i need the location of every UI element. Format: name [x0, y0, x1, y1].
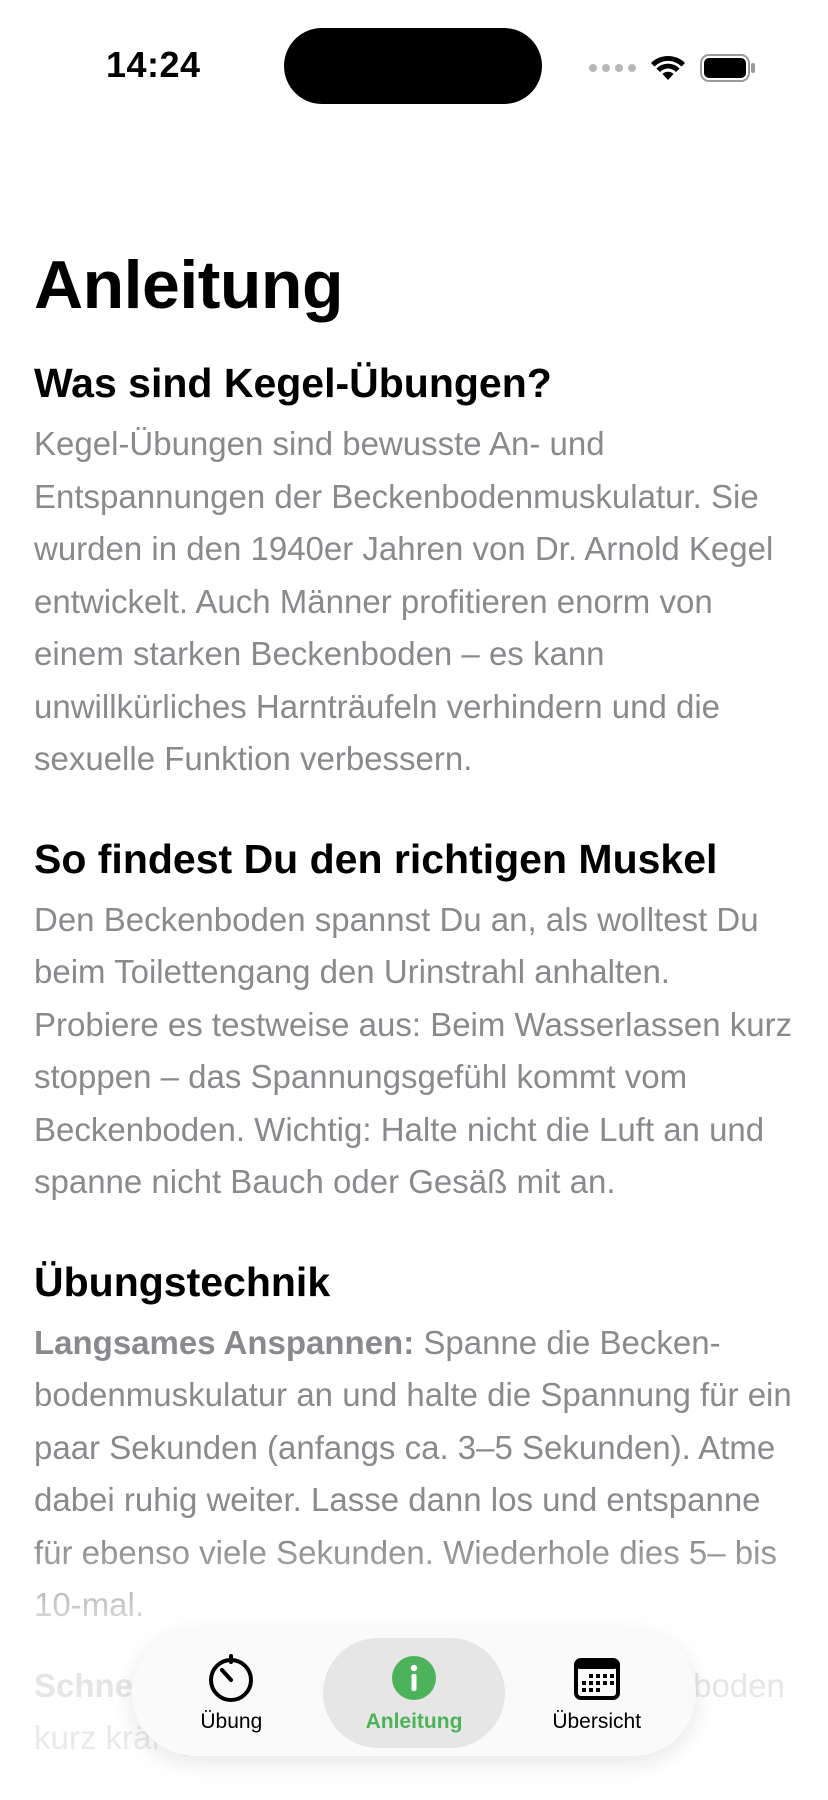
tab-overview[interactable]: Übersicht [505, 1638, 688, 1748]
section-body: Langsames Anspannen: Spanne die Becken­b… [34, 1317, 800, 1632]
status-icons [589, 50, 756, 86]
status-bar: 14:24 [0, 0, 828, 130]
calendar-icon [573, 1658, 620, 1700]
tab-label: Übersicht [552, 1710, 642, 1733]
section-heading: Übungstechnik [34, 1258, 331, 1305]
section-heading: So findest Du den richtigen Muskel [34, 835, 718, 882]
section-what-are-kegels: Was sind Kegel-Übungen? Kegel-Übungen si… [34, 352, 800, 786]
timer-icon [209, 1654, 254, 1702]
cellular-signal-icon [589, 64, 636, 72]
section-find-muscle: So findest Du den richtigen Muskel Den B… [34, 828, 800, 1209]
section-body: Kegel-Übungen sind bewusste An- und Ents… [34, 425, 774, 777]
technique-lead: Langsames Anspannen: [34, 1323, 415, 1361]
dynamic-island [284, 28, 542, 104]
instructions-content: Anleitung Was sind Kegel-Übungen? Kegel-… [34, 240, 800, 1765]
tab-instructions[interactable]: Anleitung [322, 1638, 506, 1748]
technique-text: Spanne die Becken­bodenmuskulatur an und… [34, 1323, 792, 1624]
status-time: 14:24 [106, 44, 201, 85]
screen: 14:24 Anleitung Was sind Kegel-Übungen? … [0, 0, 828, 1800]
page-title: Anleitung [34, 247, 344, 323]
info-icon [392, 1656, 436, 1700]
section-body: Den Beckenboden spannst Du an, als wollt… [34, 900, 793, 1201]
tab-label: Übung [200, 1710, 263, 1733]
wifi-icon [651, 55, 685, 80]
battery-icon [700, 54, 755, 82]
tab-label: Anleitung [365, 1710, 463, 1733]
tab-exercise[interactable]: Übung [140, 1638, 323, 1748]
section-heading: Was sind Kegel-Übungen? [34, 360, 552, 406]
tab-bar: Übung Anleitung Übersicht [132, 1630, 696, 1756]
